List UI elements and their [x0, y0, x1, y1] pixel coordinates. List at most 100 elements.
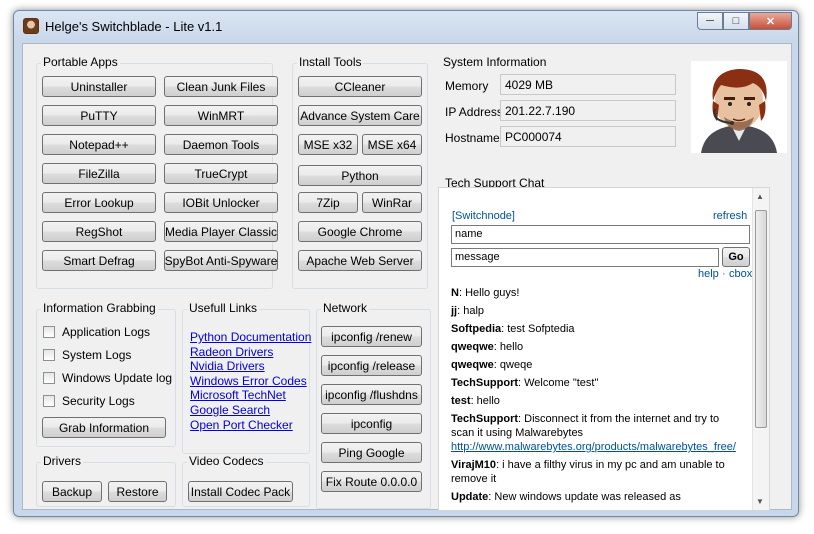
- security-logs-label: Security Logs: [62, 394, 135, 408]
- checkbox-box[interactable]: [43, 395, 55, 407]
- notepad-plus-plus-button[interactable]: Notepad++: [42, 134, 156, 155]
- chat-author: VirajM10: [451, 459, 497, 471]
- application-logs-label: Application Logs: [62, 325, 151, 339]
- grab-information-button[interactable]: Grab Information: [42, 417, 166, 438]
- tech-support-chat-panel: [Switchnode] refresh name message Go hel…: [438, 187, 770, 511]
- ip-address-label: IP Address: [445, 105, 503, 119]
- chat-name-input[interactable]: name: [451, 225, 750, 244]
- system-logs-label: System Logs: [62, 348, 132, 362]
- chat-message-input[interactable]: message: [451, 248, 719, 267]
- chat-message: TechSupport: Welcome "test": [451, 376, 736, 390]
- chat-text: : hello: [493, 341, 524, 353]
- mse-x64-button[interactable]: MSE x64: [362, 134, 422, 155]
- security-logs-checkbox[interactable]: Security Logs: [43, 394, 135, 408]
- ipconfig-flushdns-button[interactable]: ipconfig /flushdns: [321, 384, 422, 405]
- scroll-thumb[interactable]: [755, 210, 767, 428]
- switchnode-link[interactable]: [Switchnode]: [452, 210, 515, 222]
- chat-text: : test Sofptedia: [501, 323, 575, 335]
- app-face-icon: [23, 18, 39, 34]
- install-codec-pack-button[interactable]: Install Codec Pack: [188, 481, 293, 502]
- chat-message: jj: halp: [451, 304, 736, 318]
- mse-x32-button[interactable]: MSE x32: [298, 134, 358, 155]
- chat-text: : halp: [457, 305, 485, 317]
- chat-message: N: Hello guys!: [451, 286, 736, 300]
- ccleaner-button[interactable]: CCleaner: [298, 76, 422, 97]
- apache-web-server-button[interactable]: Apache Web Server: [298, 250, 422, 271]
- link-windows-error-codes[interactable]: Windows Error Codes: [190, 374, 307, 388]
- backup-button[interactable]: Backup: [42, 481, 102, 502]
- help-link[interactable]: help: [698, 268, 719, 280]
- link-google-search[interactable]: Google Search: [190, 403, 270, 417]
- winmrt-button[interactable]: WinMRT: [164, 105, 278, 126]
- chat-message: Update: New windows update was released …: [451, 490, 736, 504]
- 7zip-button[interactable]: 7Zip: [298, 192, 358, 213]
- checkbox-box[interactable]: [43, 326, 55, 338]
- google-chrome-button[interactable]: Google Chrome: [298, 221, 422, 242]
- install-tools-label: Install Tools: [297, 55, 364, 69]
- ping-google-button[interactable]: Ping Google: [321, 442, 422, 463]
- regshot-button[interactable]: RegShot: [42, 221, 156, 242]
- media-player-classic-button[interactable]: Media Player Classic: [164, 221, 278, 242]
- minimize-button[interactable]: ─: [697, 12, 723, 30]
- chat-url-link[interactable]: http://www.malwarebytes.org/products/mal…: [451, 441, 736, 453]
- ipconfig-button[interactable]: ipconfig: [321, 413, 422, 434]
- link-python-documentation[interactable]: Python Documentation: [190, 330, 311, 344]
- uninstaller-button[interactable]: Uninstaller: [42, 76, 156, 97]
- client-area: Portable Apps Uninstaller Clean Junk Fil…: [22, 43, 792, 511]
- chat-author: TechSupport: [451, 413, 519, 425]
- putty-button[interactable]: PuTTY: [42, 105, 156, 126]
- windows-update-log-checkbox[interactable]: Windows Update log: [43, 371, 172, 385]
- scroll-up-icon[interactable]: ▲: [756, 192, 764, 201]
- chat-author: test: [451, 395, 471, 407]
- link-microsoft-technet[interactable]: Microsoft TechNet: [190, 388, 286, 402]
- fix-route-button[interactable]: Fix Route 0.0.0.0: [321, 471, 422, 492]
- link-open-port-checker[interactable]: Open Port Checker: [190, 418, 293, 432]
- restore-button[interactable]: Restore: [108, 481, 167, 502]
- daemon-tools-button[interactable]: Daemon Tools: [164, 134, 278, 155]
- chat-text: : qweqe: [493, 359, 533, 371]
- memory-label: Memory: [445, 79, 489, 93]
- chat-author: TechSupport: [451, 377, 519, 389]
- network-label: Network: [321, 301, 370, 315]
- truecrypt-button[interactable]: TrueCrypt: [164, 163, 278, 184]
- chat-scrollbar[interactable]: ▲ ▼: [752, 188, 769, 510]
- chat-message: Softpedia: test Sofptedia: [451, 322, 736, 336]
- title-bar[interactable]: Helge's Switchblade - Lite v1.1 ─ □ ✕: [14, 11, 798, 41]
- drivers-label: Drivers: [41, 454, 83, 468]
- app-window: Helge's Switchblade - Lite v1.1 ─ □ ✕ Po…: [13, 10, 799, 517]
- chat-author: qweqwe: [451, 359, 494, 371]
- system-logs-checkbox[interactable]: System Logs: [43, 348, 131, 362]
- spybot-anti-spyware-button[interactable]: SpyBot Anti-Spyware: [164, 250, 278, 271]
- ipconfig-renew-button[interactable]: ipconfig /renew: [321, 326, 422, 347]
- video-codecs-label: Video Codecs: [187, 454, 266, 468]
- link-nvidia-drivers[interactable]: Nvidia Drivers: [190, 359, 265, 373]
- cbox-link[interactable]: cbox: [729, 268, 752, 280]
- application-logs-checkbox[interactable]: Application Logs: [43, 325, 150, 339]
- windows-update-log-label: Windows Update log: [62, 371, 173, 385]
- close-button[interactable]: ✕: [749, 12, 792, 30]
- chat-text: : Welcome "test": [518, 377, 599, 389]
- refresh-link[interactable]: refresh: [713, 210, 747, 222]
- maximize-icon: □: [732, 15, 740, 27]
- information-grabbing-label: Information Grabbing: [41, 301, 158, 315]
- checkbox-box[interactable]: [43, 349, 55, 361]
- checkbox-box[interactable]: [43, 372, 55, 384]
- scroll-down-icon[interactable]: ▼: [756, 497, 764, 506]
- filezilla-button[interactable]: FileZilla: [42, 163, 156, 184]
- link-radeon-drivers[interactable]: Radeon Drivers: [190, 345, 273, 359]
- maximize-button[interactable]: □: [723, 12, 749, 30]
- chat-author: Softpedia: [451, 323, 502, 335]
- python-button[interactable]: Python: [298, 165, 422, 186]
- error-lookup-button[interactable]: Error Lookup: [42, 192, 156, 213]
- iobit-unlocker-button[interactable]: IOBit Unlocker: [164, 192, 278, 213]
- winrar-button[interactable]: WinRar: [362, 192, 422, 213]
- advance-system-care-button[interactable]: Advance System Care: [298, 105, 422, 126]
- link-separator: ·: [722, 268, 726, 280]
- clean-junk-files-button[interactable]: Clean Junk Files: [164, 76, 278, 97]
- ipconfig-release-button[interactable]: ipconfig /release: [321, 355, 422, 376]
- chat-go-button[interactable]: Go: [722, 247, 750, 267]
- smart-defrag-button[interactable]: Smart Defrag: [42, 250, 156, 271]
- memory-value: 4029 MB: [500, 74, 676, 95]
- chat-messages: N: Hello guys! jj: halp Softpedia: test …: [451, 286, 736, 508]
- chat-message: VirajM10: i have a filthy virus in my pc…: [451, 458, 736, 486]
